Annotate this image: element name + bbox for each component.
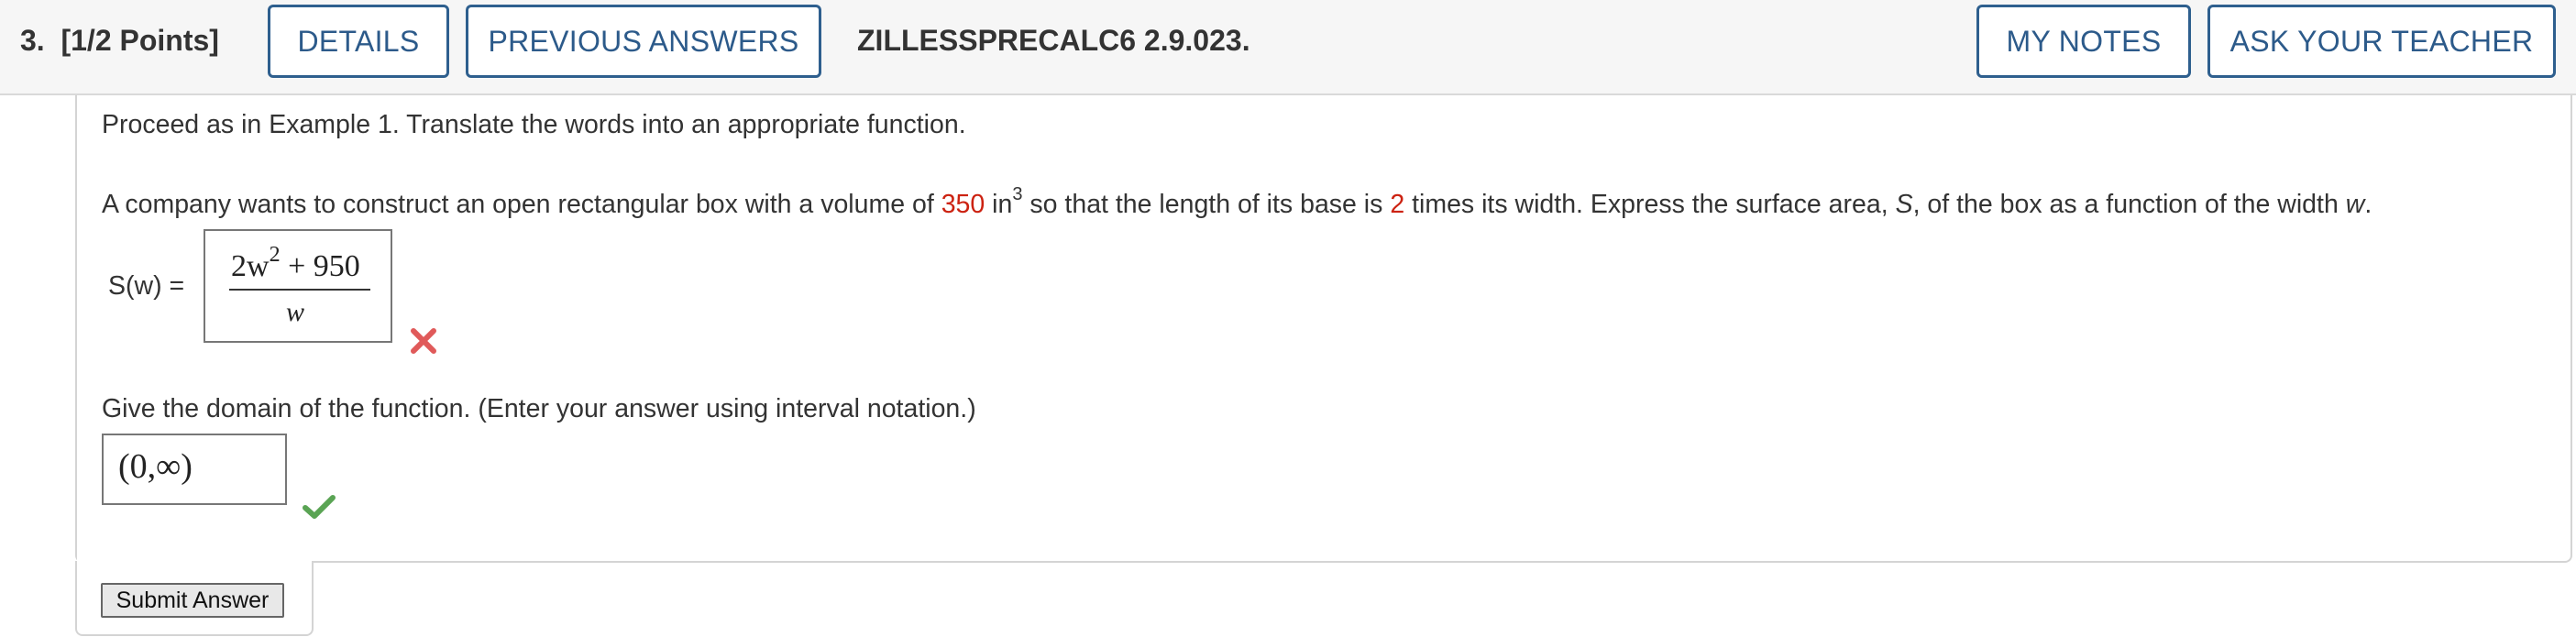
check-mark-icon xyxy=(303,495,336,519)
previous-answers-button[interactable]: PREVIOUS ANSWERS xyxy=(466,5,821,78)
numerator-term: 2w xyxy=(231,249,270,283)
domain-prompt: Give the domain of the function. (Enter … xyxy=(102,394,976,423)
problem-text-5: . xyxy=(2364,190,2372,219)
volume-value: 350 xyxy=(941,190,985,219)
x-mark-icon xyxy=(411,328,436,354)
problem-text-3: times its width. Express the surface are… xyxy=(1404,190,1896,219)
volume-exponent: 3 xyxy=(1012,184,1023,204)
submit-answer-button[interactable]: Submit Answer xyxy=(101,583,284,618)
width-variable: w xyxy=(2345,190,2365,219)
volume-unit: in xyxy=(985,190,1013,219)
area-variable: S xyxy=(1895,190,1913,219)
function-answer-input[interactable]: 2w2 + 950 w xyxy=(204,229,392,343)
domain-answer-value: (0,∞) xyxy=(118,447,193,486)
my-notes-button[interactable]: MY NOTES xyxy=(1976,5,2191,78)
problem-text-4: , of the box as a function of the width xyxy=(1912,190,2346,219)
numerator-exponent: 2 xyxy=(269,243,281,267)
question-header: 3. [1/2 Points] DETAILS PREVIOUS ANSWERS… xyxy=(0,0,2576,95)
problem-text-1: A company wants to construct an open rec… xyxy=(102,190,941,219)
question-body-panel xyxy=(75,95,2572,563)
numerator-constant: + 950 xyxy=(280,249,360,283)
points-label: [1/2 Points] xyxy=(61,24,219,57)
question-number: 3. xyxy=(20,24,45,57)
question-id: ZILLESSPRECALC6 2.9.023. xyxy=(857,24,1250,57)
ask-your-teacher-button[interactable]: ASK YOUR TEACHER xyxy=(2207,5,2556,78)
fraction-bar xyxy=(229,289,370,291)
fraction-denominator: w xyxy=(286,297,305,327)
question-number-points: 3. [1/2 Points] xyxy=(20,24,219,58)
problem-text-2: so that the length of its base is xyxy=(1022,190,1391,219)
ratio-value: 2 xyxy=(1390,190,1405,219)
fraction-numerator: 2w2 + 950 xyxy=(231,244,360,284)
submit-tab-cover xyxy=(77,554,312,565)
instruction-text: Proceed as in Example 1. Translate the w… xyxy=(102,110,966,139)
function-label: S(w) = xyxy=(108,271,185,301)
domain-answer-input[interactable]: (0,∞) xyxy=(102,434,287,505)
problem-statement: A company wants to construct an open rec… xyxy=(102,185,2372,220)
details-button[interactable]: DETAILS xyxy=(268,5,449,78)
